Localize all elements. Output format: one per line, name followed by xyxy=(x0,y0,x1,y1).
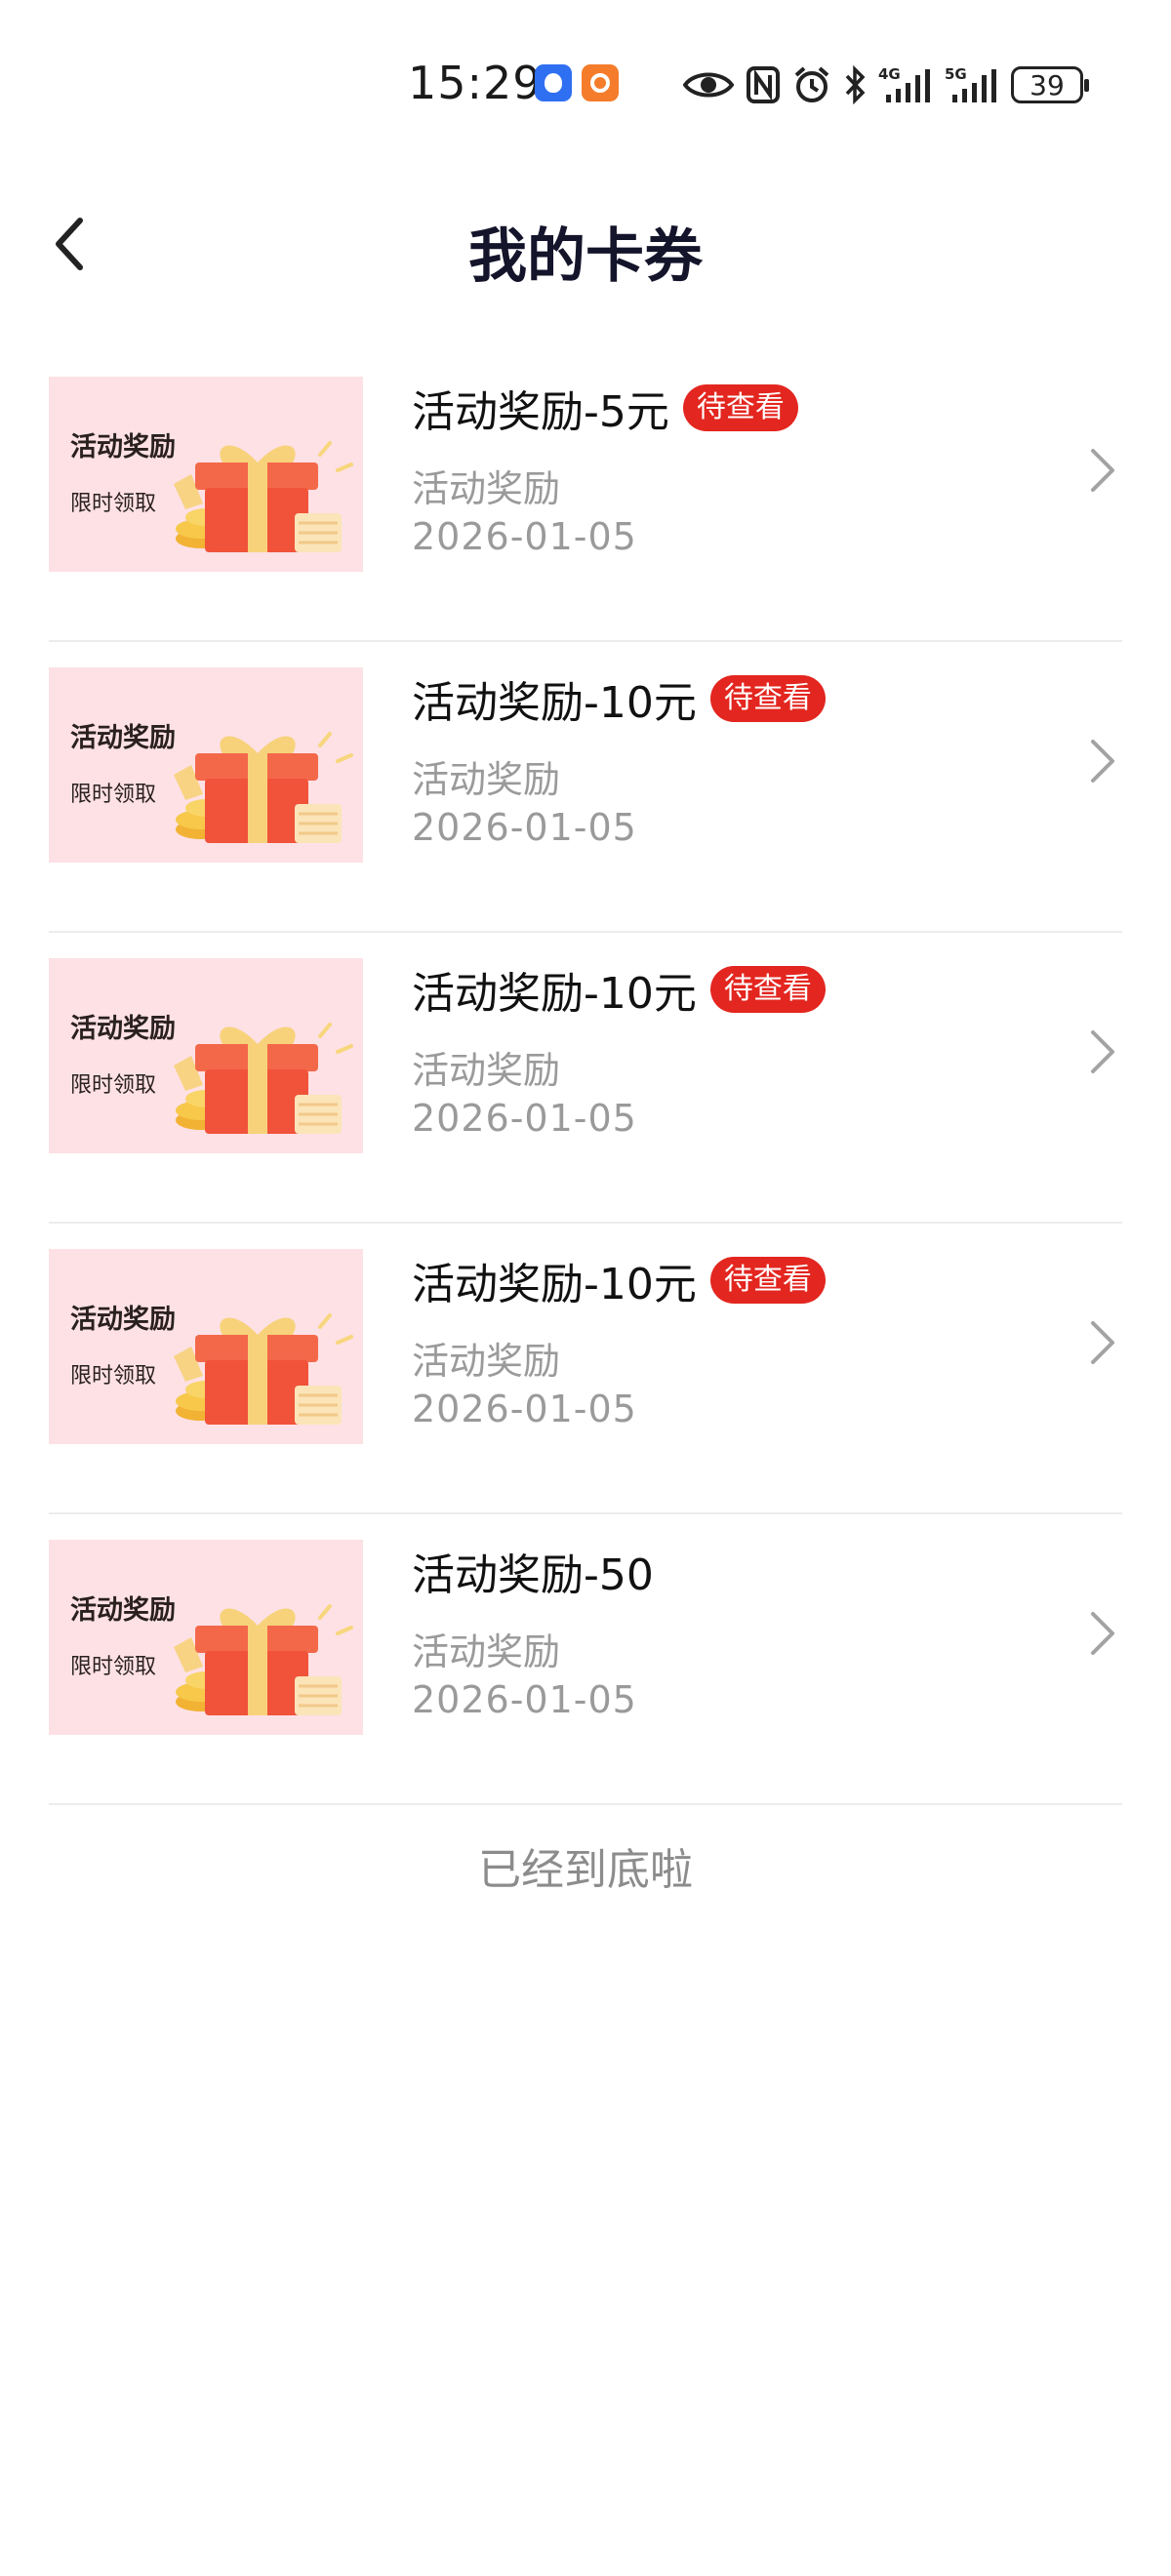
coupon-subtitle: 活动奖励 xyxy=(412,467,561,510)
coupon-title-row: 活动奖励-10元 待查看 xyxy=(412,958,826,1021)
battery-level: 39 xyxy=(1030,68,1065,101)
thumbnail-subtitle: 限时领取 xyxy=(70,783,157,807)
battery-icon: 39 xyxy=(1011,66,1089,103)
coupon-date: 2026-01-05 xyxy=(412,806,637,849)
coupon-title-row: 活动奖励-50 xyxy=(412,1540,654,1602)
coupon-subtitle: 活动奖励 xyxy=(412,1049,561,1092)
status-badge: 待查看 xyxy=(709,1257,826,1304)
coupon-title: 活动奖励-10元 xyxy=(412,678,697,728)
alarm-icon xyxy=(794,66,829,102)
page-title: 我的卡券 xyxy=(468,222,703,291)
thumbnail-subtitle: 限时领取 xyxy=(70,1073,157,1098)
thumbnail-title: 活动奖励 xyxy=(70,1595,176,1626)
signal-4g-icon: 4G xyxy=(878,65,930,102)
bluetooth-icon xyxy=(845,65,866,104)
app-blue-icon xyxy=(535,64,572,101)
status-badge: 待查看 xyxy=(682,384,798,431)
gift-box-icon xyxy=(174,1023,353,1134)
coupon-subtitle: 活动奖励 xyxy=(412,758,561,801)
status-badge: 待查看 xyxy=(709,675,826,722)
coupon-item[interactable]: 活动奖励 限时领取 活动奖励-5元 待查看 活动奖励 2026-01-05 xyxy=(49,351,1122,642)
coupon-date: 2026-01-05 xyxy=(412,1388,637,1430)
gift-box-icon xyxy=(174,441,353,552)
coupon-title: 活动奖励-10元 xyxy=(412,1260,697,1309)
header: 我的卡券 xyxy=(0,185,1171,302)
status-icons: 4G 5G 39 xyxy=(683,60,1089,109)
coupon-item[interactable]: 活动奖励 限时领取 活动奖励-10元 待查看 活动奖励 2026-01-05 xyxy=(49,933,1122,1224)
coupon-subtitle: 活动奖励 xyxy=(412,1630,561,1673)
coupon-title: 活动奖励-50 xyxy=(412,1550,654,1600)
gift-box-icon xyxy=(174,1313,353,1425)
chevron-right-icon xyxy=(1091,1030,1114,1073)
end-of-list-text: 已经到底啦 xyxy=(478,1845,693,1895)
thumbnail-title: 活动奖励 xyxy=(70,723,176,753)
coupon-thumbnail: 活动奖励 限时领取 xyxy=(49,667,363,863)
thumbnail-subtitle: 限时领取 xyxy=(70,492,157,516)
coupon-subtitle: 活动奖励 xyxy=(412,1340,561,1383)
status-time: 15:29 xyxy=(408,57,543,109)
coupon-title-row: 活动奖励-10元 待查看 xyxy=(412,667,826,730)
coupon-item[interactable]: 活动奖励 限时领取 活动奖励-50 活动奖励 2026-01-05 xyxy=(49,1514,1122,1805)
status-badge: 待查看 xyxy=(709,966,826,1013)
coupon-item[interactable]: 活动奖励 限时领取 活动奖励-10元 待查看 活动奖励 2026-01-05 xyxy=(49,1224,1122,1514)
gift-box-icon xyxy=(174,732,353,843)
status-bar: 15:29 4G 5G 39 xyxy=(0,0,1171,166)
eye-icon xyxy=(683,72,734,98)
chevron-right-icon xyxy=(1091,1321,1114,1364)
network-label-5g: 5G xyxy=(945,65,967,83)
chevron-right-icon xyxy=(1091,740,1114,783)
network-label-4g: 4G xyxy=(878,65,901,83)
thumbnail-subtitle: 限时领取 xyxy=(70,1364,157,1389)
coupon-title-row: 活动奖励-5元 待查看 xyxy=(412,377,798,439)
coupon-title-row: 活动奖励-10元 待查看 xyxy=(412,1249,826,1311)
coupon-title: 活动奖励-10元 xyxy=(412,969,697,1019)
coupon-title: 活动奖励-5元 xyxy=(412,387,669,437)
coupon-thumbnail: 活动奖励 限时领取 xyxy=(49,958,363,1153)
coupon-list: 活动奖励 限时领取 活动奖励-5元 待查看 活动奖励 2026-01-05 活动… xyxy=(49,351,1122,1805)
gift-box-icon xyxy=(174,1604,353,1715)
coupon-item[interactable]: 活动奖励 限时领取 活动奖励-10元 待查看 活动奖励 2026-01-05 xyxy=(49,642,1122,933)
chevron-right-icon xyxy=(1091,1612,1114,1655)
coupon-date: 2026-01-05 xyxy=(412,1678,637,1721)
app-orange-icon xyxy=(582,64,619,101)
nfc-icon xyxy=(747,66,780,103)
thumbnail-title: 活动奖励 xyxy=(70,1305,176,1335)
thumbnail-title: 活动奖励 xyxy=(70,432,176,463)
thumbnail-subtitle: 限时领取 xyxy=(70,1655,157,1679)
thumbnail-title: 活动奖励 xyxy=(70,1014,176,1044)
coupon-thumbnail: 活动奖励 限时领取 xyxy=(49,1249,363,1444)
coupon-thumbnail: 活动奖励 限时领取 xyxy=(49,1540,363,1735)
coupon-date: 2026-01-05 xyxy=(412,1097,637,1140)
signal-5g-icon: 5G xyxy=(945,65,996,102)
coupon-date: 2026-01-05 xyxy=(412,515,637,558)
chevron-right-icon xyxy=(1091,449,1114,492)
coupon-thumbnail: 活动奖励 限时领取 xyxy=(49,377,363,572)
